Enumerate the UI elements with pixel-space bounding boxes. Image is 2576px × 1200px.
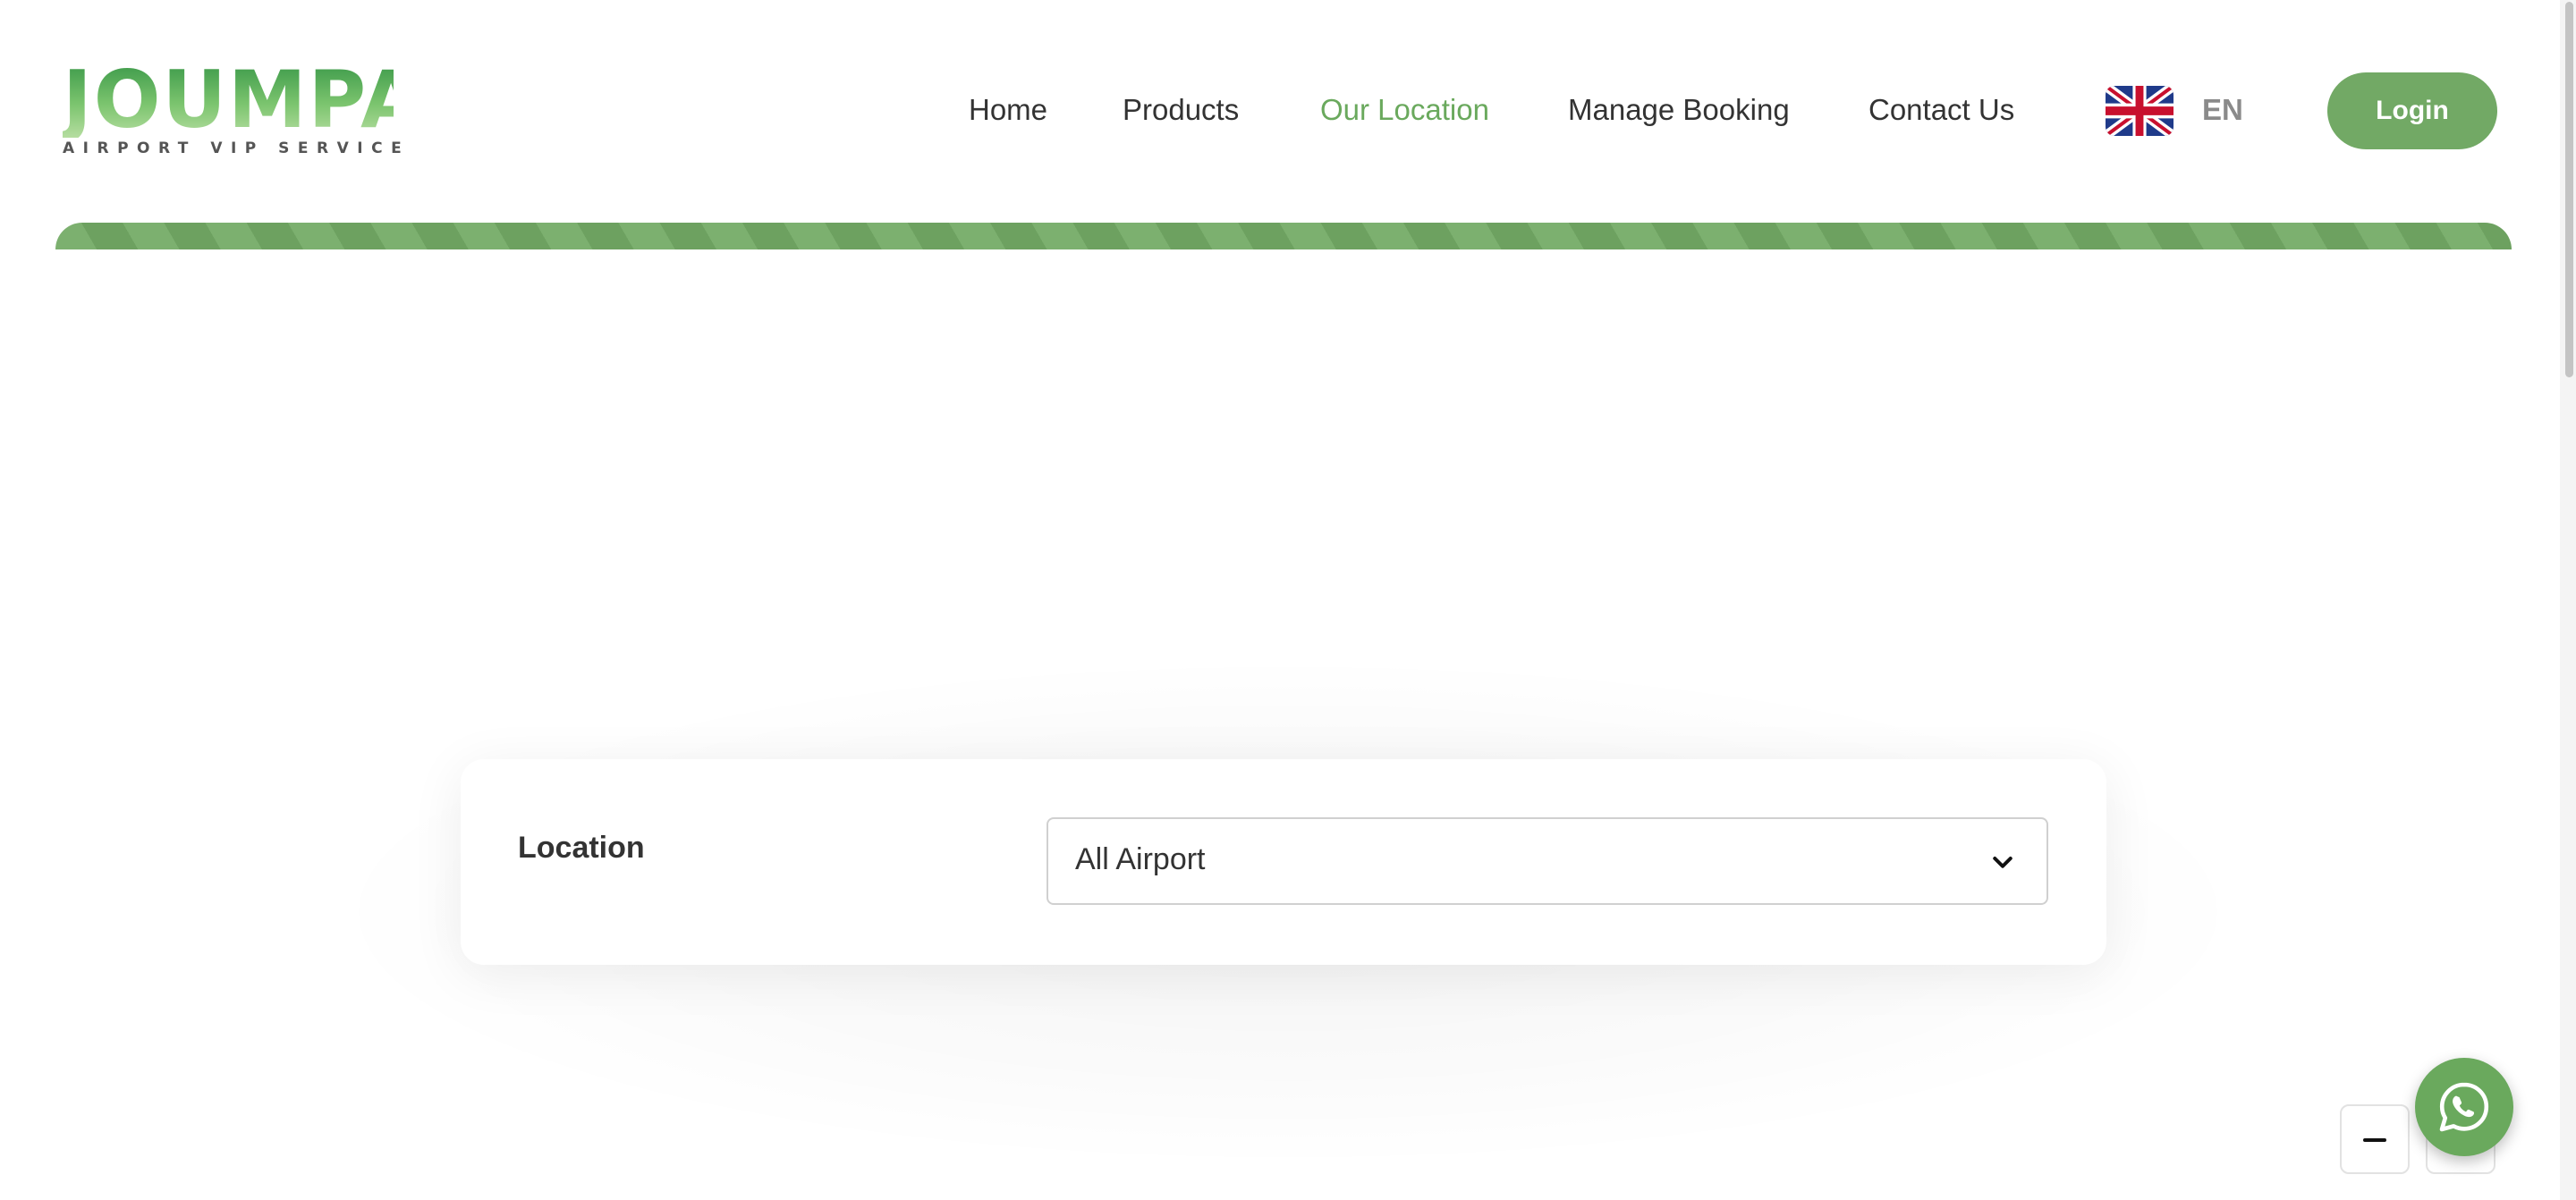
nav-item-our-location[interactable]: Our Location <box>1320 89 1489 130</box>
nav-item-products[interactable]: Products <box>1123 89 1239 130</box>
whatsapp-icon <box>2439 1082 2489 1132</box>
location-select[interactable]: All Airport <box>1046 817 2048 905</box>
whatsapp-button[interactable] <box>2415 1058 2513 1156</box>
minimize-button[interactable] <box>2340 1104 2410 1174</box>
location-select-value: All Airport <box>1075 842 1206 876</box>
location-label: Location <box>518 831 645 865</box>
nav-item-home[interactable]: Home <box>969 89 1047 130</box>
page-scrollbar[interactable] <box>2560 0 2576 1200</box>
uk-flag-icon[interactable] <box>2106 86 2174 136</box>
chevron-down-icon <box>1993 857 2012 868</box>
brand-tagline: AIRPORT VIP SERVICE <box>63 139 411 157</box>
brand-name: JOUMPA <box>63 54 424 146</box>
login-button[interactable]: Login <box>2327 72 2497 149</box>
brand-logo[interactable]: JOUMPA AIRPORT VIP SERVICE <box>63 54 424 158</box>
language-code[interactable]: EN <box>2202 89 2243 130</box>
hero-banner <box>55 223 2512 249</box>
nav-item-contact-us[interactable]: Contact Us <box>1868 89 2014 130</box>
nav-item-manage-booking[interactable]: Manage Booking <box>1568 89 1790 130</box>
location-filter-card: Location All Airport <box>461 759 2106 965</box>
minus-icon <box>2363 1138 2386 1142</box>
scrollbar-thumb[interactable] <box>2565 2 2573 377</box>
